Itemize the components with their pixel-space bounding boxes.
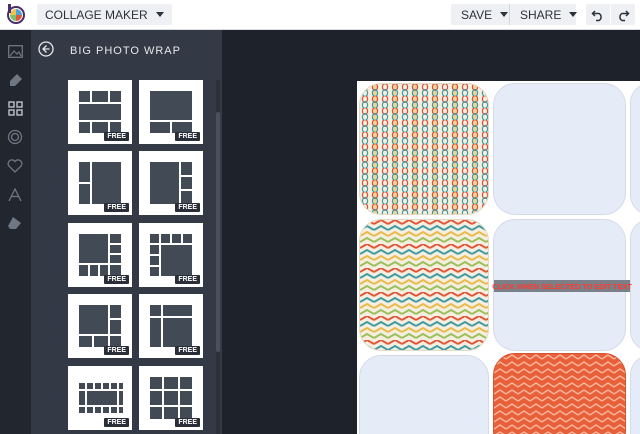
photo-cell[interactable] <box>630 83 640 215</box>
template-tile[interactable]: FREE <box>68 294 132 358</box>
template-tile[interactable]: FREE <box>68 223 132 287</box>
template-tile[interactable]: FREE <box>139 366 203 430</box>
chevron-down-icon <box>500 12 509 17</box>
share-button[interactable]: SHARE <box>510 4 578 25</box>
app-logo-icon[interactable] <box>5 3 27 25</box>
template-tile[interactable]: FREE <box>68 366 132 430</box>
photo-cell[interactable] <box>359 219 489 351</box>
tool-rail <box>0 30 31 434</box>
undo-button[interactable] <box>586 4 610 25</box>
redo-icon <box>619 9 630 21</box>
circle-icon[interactable] <box>5 127 25 147</box>
free-badge: FREE <box>175 346 200 355</box>
photo-cell[interactable] <box>493 353 626 434</box>
free-badge: FREE <box>104 346 129 355</box>
photo-cell[interactable] <box>359 355 489 434</box>
eraser-icon[interactable] <box>5 213 25 233</box>
undo-icon <box>591 9 602 21</box>
photo-cell[interactable] <box>493 83 626 215</box>
photo-cell[interactable] <box>359 83 489 215</box>
scrollbar-thumb[interactable] <box>216 112 220 352</box>
save-button[interactable]: SAVE <box>451 4 509 25</box>
collage-canvas[interactable] <box>357 81 640 434</box>
free-badge: FREE <box>104 132 129 141</box>
panel-title: BIG PHOTO WRAP <box>70 45 181 57</box>
text-icon[interactable] <box>5 185 25 205</box>
image-icon[interactable] <box>5 41 25 61</box>
arrow-left-circle-icon[interactable] <box>38 41 54 57</box>
free-badge: FREE <box>104 418 129 427</box>
editable-text-box[interactable]: CLICK WHEN SELECTED TO EDIT TEXT <box>492 280 632 292</box>
brush-icon[interactable] <box>5 70 25 90</box>
layout-grid-icon[interactable] <box>5 98 25 118</box>
templates-panel: BIG PHOTO WRAP FREE FREE FREE FREE FREE … <box>31 30 222 434</box>
template-tile[interactable]: FREE <box>139 294 203 358</box>
free-badge: FREE <box>175 132 200 141</box>
template-tile[interactable]: FREE <box>68 151 132 215</box>
chevron-down-icon <box>569 12 578 17</box>
photo-cell[interactable] <box>630 355 640 434</box>
free-badge: FREE <box>175 203 200 212</box>
free-badge: FREE <box>104 203 129 212</box>
share-label: SHARE <box>520 7 562 22</box>
template-tile[interactable]: FREE <box>139 223 203 287</box>
template-tile[interactable]: FREE <box>139 80 203 144</box>
free-badge: FREE <box>104 275 129 284</box>
save-label: SAVE <box>461 7 493 22</box>
app-menu-dropdown[interactable]: COLLAGE MAKER <box>37 4 172 25</box>
template-tile[interactable]: FREE <box>68 80 132 144</box>
free-badge: FREE <box>175 418 200 427</box>
chevron-down-icon <box>155 12 164 17</box>
app-menu-label: COLLAGE MAKER <box>45 7 148 22</box>
top-bar: COLLAGE MAKER SAVE SHARE <box>0 0 640 30</box>
redo-button[interactable] <box>611 4 635 25</box>
heart-icon[interactable] <box>5 156 25 176</box>
free-badge: FREE <box>175 275 200 284</box>
template-tile[interactable]: FREE <box>139 151 203 215</box>
